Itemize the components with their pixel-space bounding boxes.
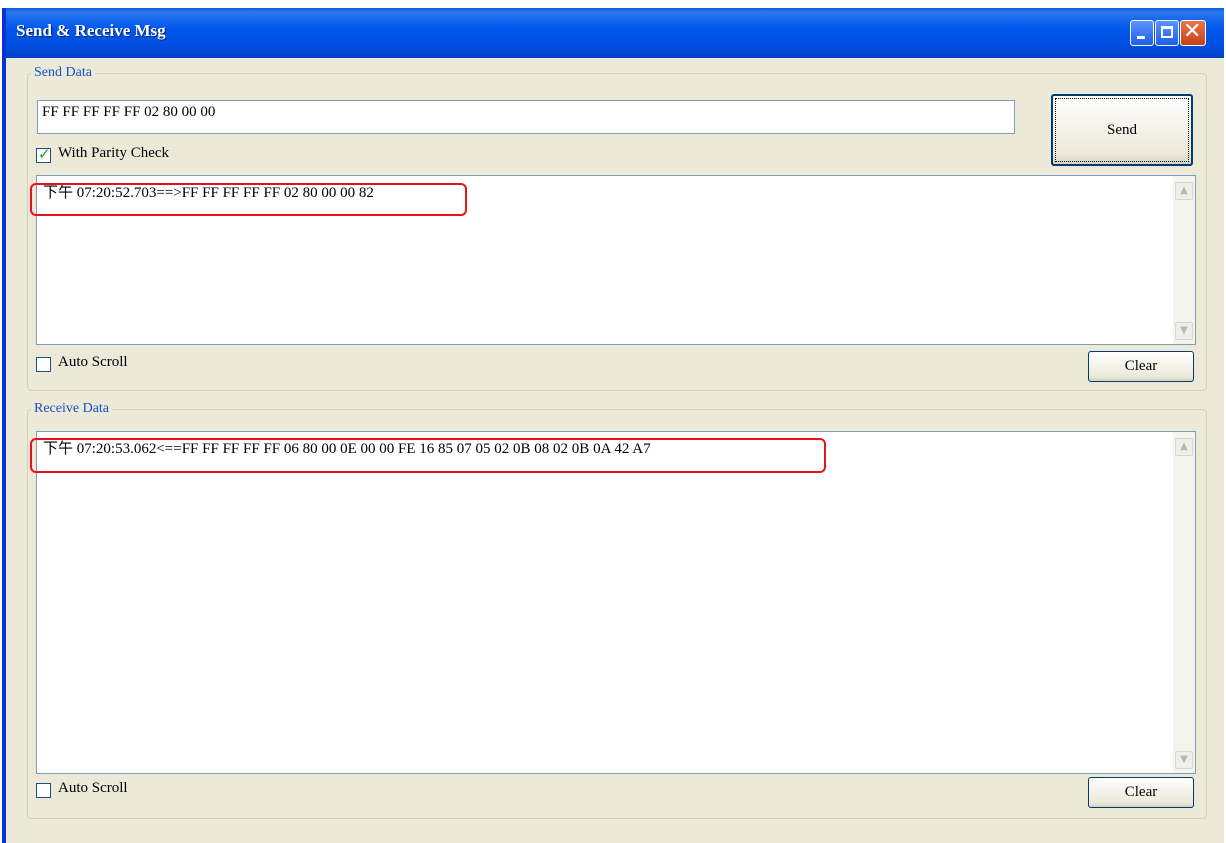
close-button[interactable]: ✕ [1180, 19, 1206, 46]
send-line-highlight [30, 183, 467, 216]
maximize-button[interactable] [1155, 20, 1179, 46]
send-button[interactable]: Send [1051, 94, 1193, 166]
close-icon: ✕ [1183, 19, 1202, 44]
maximize-icon [1161, 26, 1173, 38]
receive-auto-scroll-checkbox[interactable] [36, 783, 51, 798]
title-bar[interactable]: Send & Receive Msg ✕ [6, 8, 1224, 58]
scroll-down-icon[interactable]: ▼ [1175, 751, 1193, 769]
parity-check-checkbox[interactable]: ✓ [36, 145, 51, 163]
send-clear-button[interactable]: Clear [1088, 351, 1194, 382]
send-data-input[interactable]: FF FF FF FF FF 02 80 00 00 [37, 100, 1015, 134]
parity-check-label: With Parity Check [58, 145, 170, 161]
receive-data-label: Receive Data [34, 401, 110, 416]
receive-auto-scroll-label: Auto Scroll [58, 780, 128, 796]
send-auto-scroll-label: Auto Scroll [58, 354, 128, 370]
receive-log-textarea[interactable]: 下午 07:20:53.062<==FF FF FF FF FF 06 80 0… [36, 431, 1196, 774]
receive-clear-button[interactable]: Clear [1088, 777, 1194, 808]
send-log-scrollbar[interactable]: ▲ ▼ [1173, 176, 1195, 344]
send-data-label: Send Data [34, 65, 92, 80]
minimize-button[interactable] [1130, 20, 1154, 46]
receive-log-scrollbar[interactable]: ▲ ▼ [1173, 432, 1195, 773]
scroll-down-icon[interactable]: ▼ [1175, 322, 1193, 340]
scroll-up-icon[interactable]: ▲ [1175, 182, 1193, 200]
checkmark-icon: ✓ [38, 145, 51, 163]
scroll-up-icon[interactable]: ▲ [1175, 438, 1193, 456]
receive-line-highlight [30, 438, 826, 473]
send-auto-scroll-checkbox[interactable] [36, 357, 51, 372]
window-title: Send & Receive Msg [16, 21, 166, 40]
minimize-icon [1137, 36, 1145, 39]
